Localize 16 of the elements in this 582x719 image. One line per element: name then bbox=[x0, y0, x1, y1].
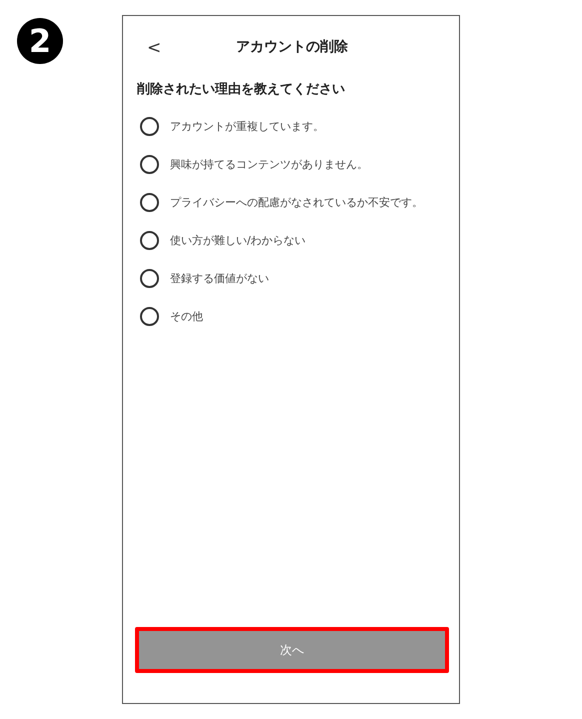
reason-label[interactable]: 登録する価値がない bbox=[170, 270, 269, 286]
radio-button[interactable] bbox=[140, 192, 159, 212]
reason-label[interactable]: 興味が持てるコンテンツがありません。 bbox=[170, 156, 368, 172]
radio-button[interactable] bbox=[140, 116, 159, 136]
question-heading: 削除されたい理由を教えてください bbox=[137, 81, 346, 98]
reason-label[interactable]: その他 bbox=[170, 308, 203, 324]
step-number-badge: 2 bbox=[17, 18, 63, 64]
screen-title: アカウントの削除 bbox=[236, 38, 348, 56]
back-button[interactable]: < bbox=[143, 38, 166, 58]
reason-label[interactable]: アカウントが重複しています。 bbox=[170, 118, 324, 134]
radio-button[interactable] bbox=[140, 268, 159, 288]
reason-label[interactable]: プライバシーへの配慮がなされているか不安です。 bbox=[170, 194, 423, 210]
radio-button[interactable] bbox=[140, 306, 159, 326]
radio-button[interactable] bbox=[140, 154, 159, 174]
radio-button[interactable] bbox=[140, 230, 159, 250]
reason-label[interactable]: 使い方が難しい/わからない bbox=[170, 232, 306, 248]
